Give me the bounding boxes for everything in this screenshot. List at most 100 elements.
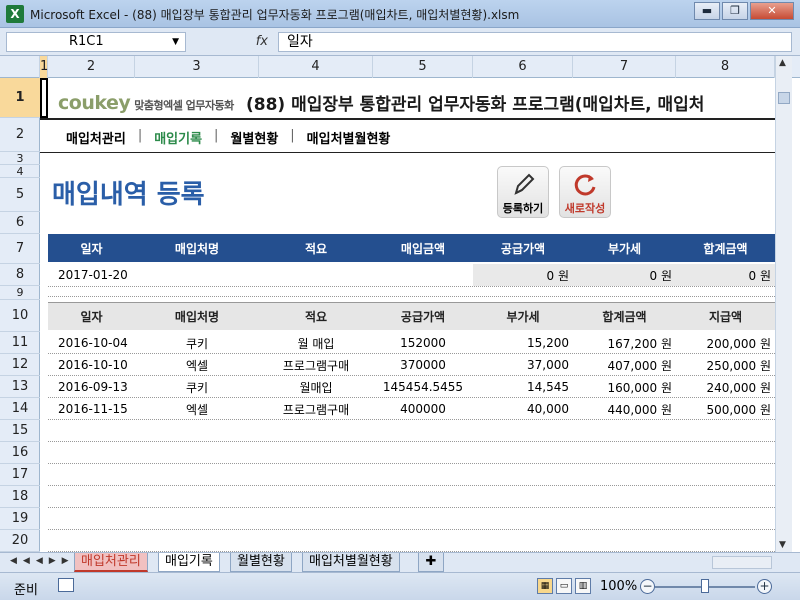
table-cell[interactable]: 370000	[373, 354, 473, 376]
table-cell[interactable]: 407,000 원	[573, 354, 676, 376]
zoom-level[interactable]: 100%	[600, 579, 637, 594]
row-header[interactable]: 5	[0, 178, 40, 212]
nav-item-supplier-monthly[interactable]: 매입처별월현황	[307, 128, 391, 147]
table-cell[interactable]	[259, 442, 373, 464]
table-cell[interactable]	[259, 486, 373, 508]
nav-item-monthly[interactable]: 월별현황	[230, 128, 278, 147]
table-cell[interactable]	[573, 486, 676, 508]
table-cell[interactable]	[573, 420, 676, 442]
table-cell[interactable]: 2016-10-04	[48, 332, 135, 354]
table-cell[interactable]	[373, 464, 473, 486]
column-header[interactable]: 3	[135, 56, 259, 78]
table-cell[interactable]: 쿠키	[135, 332, 259, 354]
row-header[interactable]: 14	[0, 398, 40, 420]
table-cell[interactable]: 2016-10-10	[48, 354, 135, 376]
row-header[interactable]: 20	[0, 530, 40, 552]
row-header[interactable]: 3	[0, 152, 40, 165]
table-cell[interactable]: 167,200 원	[573, 332, 676, 354]
normal-view-icon[interactable]: ▦	[537, 578, 553, 594]
table-cell[interactable]	[135, 486, 259, 508]
select-all-corner[interactable]	[0, 56, 40, 78]
table-cell[interactable]	[573, 508, 676, 530]
row-header[interactable]: 16	[0, 442, 40, 464]
column-header[interactable]: 4	[259, 56, 373, 78]
table-cell[interactable]: 14,545	[473, 376, 573, 398]
table-cell[interactable]	[473, 442, 573, 464]
table-cell[interactable]: 월 매입	[259, 332, 373, 354]
row-header[interactable]: 19	[0, 508, 40, 530]
table-cell[interactable]	[135, 508, 259, 530]
table-cell[interactable]	[676, 486, 775, 508]
scroll-down-icon[interactable]: ▼	[779, 540, 786, 550]
row-header[interactable]: 9	[0, 286, 40, 300]
new-button[interactable]: 새로작성	[559, 166, 611, 218]
table-cell[interactable]	[259, 464, 373, 486]
table-cell[interactable]: 152000	[373, 332, 473, 354]
table-cell[interactable]: 2016-09-13	[48, 376, 135, 398]
table-cell[interactable]	[676, 442, 775, 464]
table-cell[interactable]	[373, 442, 473, 464]
tab-supplier-monthly[interactable]: 매입처별월현황	[302, 553, 400, 572]
table-cell[interactable]	[259, 508, 373, 530]
column-header[interactable]: 5	[373, 56, 473, 78]
new-sheet-icon[interactable]: ✚	[418, 553, 444, 572]
table-cell[interactable]	[573, 442, 676, 464]
table-cell[interactable]	[473, 486, 573, 508]
table-cell[interactable]: 엑셀	[135, 354, 259, 376]
column-header[interactable]: 6	[473, 56, 573, 78]
table-cell[interactable]: 240,000 원	[676, 376, 775, 398]
table-cell[interactable]	[573, 530, 676, 552]
table-cell[interactable]	[48, 486, 135, 508]
row-header[interactable]: 4	[0, 165, 40, 178]
nav-item-records[interactable]: 매입기록	[154, 128, 202, 147]
table-cell[interactable]	[135, 464, 259, 486]
table-cell[interactable]	[473, 530, 573, 552]
table-cell[interactable]: 프로그램구매	[259, 398, 373, 420]
tab-monthly[interactable]: 월별현황	[230, 553, 292, 572]
table-cell[interactable]: 200,000 원	[676, 332, 775, 354]
table-cell[interactable]	[373, 508, 473, 530]
row-header[interactable]: 8	[0, 264, 40, 286]
tab-records[interactable]: 매입기록	[158, 553, 220, 572]
table-cell[interactable]	[135, 530, 259, 552]
maximize-button[interactable]: ❐	[722, 2, 748, 20]
minimize-button[interactable]: ▬	[694, 2, 720, 20]
table-cell[interactable]	[373, 486, 473, 508]
table-cell[interactable]: 500,000 원	[676, 398, 775, 420]
formula-input[interactable]: 일자	[278, 32, 792, 52]
table-cell[interactable]	[135, 442, 259, 464]
macro-record-icon[interactable]	[58, 578, 74, 592]
table-cell[interactable]	[676, 508, 775, 530]
table-cell[interactable]	[676, 420, 775, 442]
zoom-out-icon[interactable]: −	[640, 579, 655, 594]
zoom-slider-thumb[interactable]	[701, 579, 709, 593]
input-supplier-cell[interactable]	[135, 264, 259, 286]
table-cell[interactable]	[135, 420, 259, 442]
table-cell[interactable]: 엑셀	[135, 398, 259, 420]
row-header[interactable]: 12	[0, 354, 40, 376]
table-cell[interactable]	[473, 464, 573, 486]
input-date-cell[interactable]: 2017-01-20	[48, 264, 135, 286]
table-cell[interactable]: 145454.5455	[373, 376, 473, 398]
active-cell[interactable]	[40, 78, 48, 118]
row-header[interactable]: 15	[0, 420, 40, 442]
table-cell[interactable]: 쿠키	[135, 376, 259, 398]
row-header[interactable]: 2	[0, 118, 40, 152]
table-cell[interactable]	[259, 420, 373, 442]
table-cell[interactable]	[48, 530, 135, 552]
column-header[interactable]: 8	[676, 56, 775, 78]
zoom-in-icon[interactable]: +	[757, 579, 772, 594]
input-memo-cell[interactable]	[259, 264, 373, 286]
table-cell[interactable]	[573, 464, 676, 486]
name-box[interactable]: R1C1 ▼	[6, 32, 186, 52]
input-amount-cell[interactable]	[373, 264, 473, 286]
table-cell[interactable]: 2016-11-15	[48, 398, 135, 420]
table-cell[interactable]: 160,000 원	[573, 376, 676, 398]
table-cell[interactable]: 프로그램구매	[259, 354, 373, 376]
table-cell[interactable]: 400000	[373, 398, 473, 420]
vertical-scrollbar[interactable]: ▲ ▼	[775, 56, 792, 552]
table-cell[interactable]: 15,200	[473, 332, 573, 354]
register-button[interactable]: 등록하기	[497, 166, 549, 218]
row-header[interactable]: 17	[0, 464, 40, 486]
table-cell[interactable]	[473, 420, 573, 442]
